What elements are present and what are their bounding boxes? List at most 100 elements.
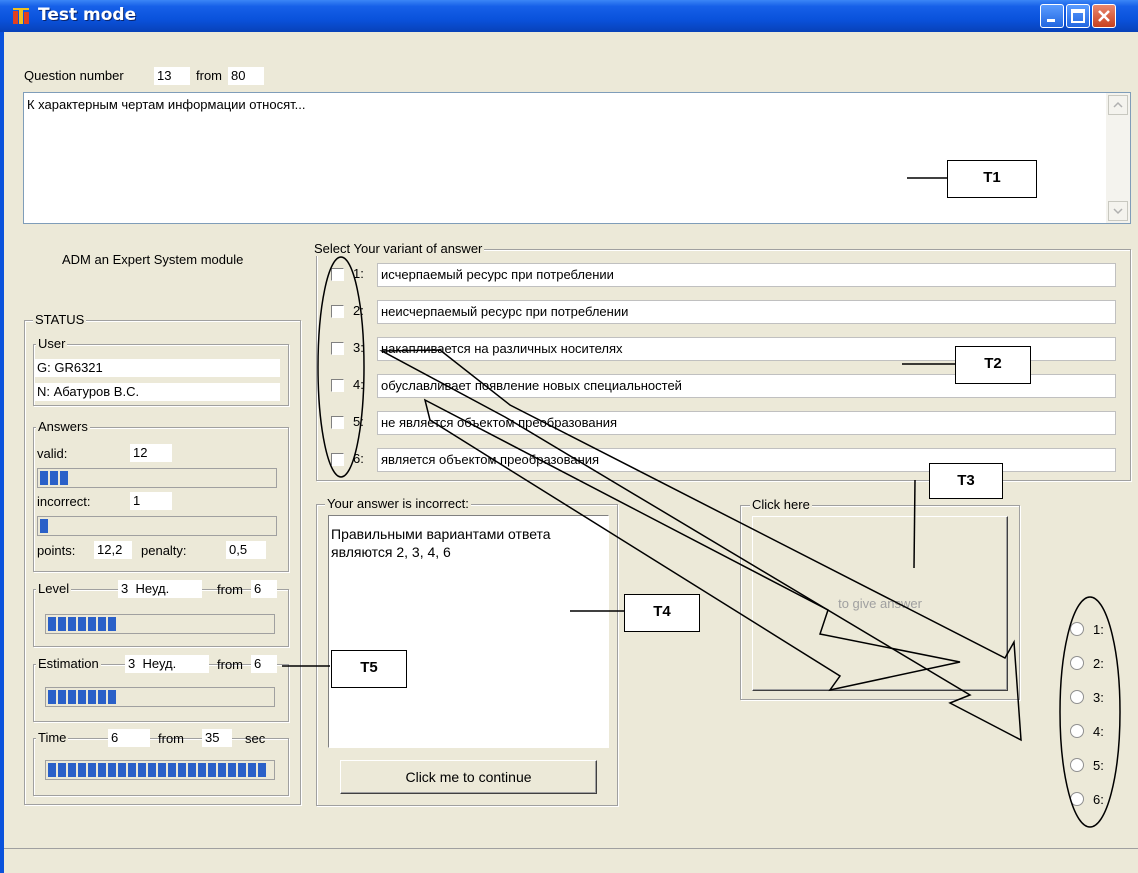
scroll-down-button[interactable] — [1108, 201, 1128, 221]
estimation-from-label: from — [217, 657, 243, 672]
window-title: Test mode — [38, 5, 137, 25]
question-textarea[interactable]: К характерным чертам информации относят.… — [23, 92, 1131, 224]
answer-radio-3[interactable] — [1070, 690, 1084, 704]
variant-checkbox-6[interactable] — [331, 453, 344, 466]
variant-checkbox-2[interactable] — [331, 305, 344, 318]
level-progress-fill — [48, 617, 116, 631]
title-bar[interactable]: Test mode — [0, 0, 1138, 32]
callout-t4: T4 — [624, 594, 700, 632]
user-title: User — [36, 336, 68, 351]
callout-t1: T1 — [947, 160, 1037, 198]
result-title: Your answer is incorrect: — [325, 496, 471, 511]
level-number: 3 — [121, 581, 129, 596]
valid-progress-fill — [40, 471, 68, 485]
penalty-value: 0,5 — [226, 541, 266, 559]
incorrect-value: 1 — [130, 492, 172, 510]
variant-text-6: является объектом преобразования — [377, 448, 1116, 472]
variant-num-3: 3: — [353, 340, 364, 355]
scroll-up-button[interactable] — [1108, 95, 1128, 115]
time-progress-fill — [48, 763, 266, 777]
maximize-icon — [1071, 9, 1085, 23]
variant-num-4: 4: — [353, 377, 364, 392]
estimation-grade: Неуд. — [142, 656, 177, 671]
penalty-label: penalty: — [141, 543, 187, 558]
give-answer-button[interactable]: to give answer — [752, 516, 1008, 691]
answers-title: Answers — [36, 419, 90, 434]
test-mode-window: Test mode Question number 13 from 80 К х… — [0, 0, 1138, 873]
question-text: К характерным чертам информации относят.… — [27, 97, 306, 112]
result-line-1: Правильными вариантами ответа — [331, 526, 551, 542]
variant-num-6: 6: — [353, 451, 364, 466]
question-number-label: Question number — [24, 68, 124, 83]
level-max: 6 — [251, 580, 277, 598]
estimation-title: Estimation — [36, 656, 101, 671]
give-answer-title: Click here — [750, 497, 812, 512]
chevron-down-icon — [1113, 208, 1123, 215]
variant-text-5: не является объектом преобразования — [377, 411, 1116, 435]
answer-radio-label-5: 5: — [1093, 758, 1104, 773]
variant-checkbox-4[interactable] — [331, 379, 344, 392]
answer-radio-label-4: 4: — [1093, 724, 1104, 739]
callout-t5: T5 — [331, 650, 407, 688]
minimize-button[interactable] — [1040, 4, 1064, 28]
question-scrollbar[interactable] — [1106, 93, 1130, 223]
result-line-2: являются 2, 3, 4, 6 — [331, 544, 451, 560]
result-textarea: Правильными вариантами ответа являются 2… — [328, 515, 609, 748]
answer-radio-2[interactable] — [1070, 656, 1084, 670]
minimize-icon — [1047, 19, 1055, 22]
variant-num-2: 2: — [353, 303, 364, 318]
time-max: 35 — [202, 729, 232, 747]
level-grade: Неуд. — [135, 581, 170, 596]
answer-radio-4[interactable] — [1070, 724, 1084, 738]
level-title: Level — [36, 581, 72, 596]
maximize-button[interactable] — [1066, 4, 1090, 28]
points-label: points: — [37, 543, 76, 558]
valid-progress-bar — [37, 468, 277, 488]
answer-radio-label-6: 6: — [1093, 792, 1104, 807]
valid-value: 12 — [130, 444, 172, 462]
answer-radio-label-1: 1: — [1093, 622, 1104, 637]
incorrect-progress-bar — [37, 516, 277, 536]
variant-checkbox-5[interactable] — [331, 416, 344, 429]
points-value: 12,2 — [94, 541, 132, 559]
variant-num-5: 5: — [353, 414, 364, 429]
answer-radio-1[interactable] — [1070, 622, 1084, 636]
time-value: 6 — [108, 729, 150, 747]
question-from-label: from — [196, 68, 222, 83]
answer-radio-6[interactable] — [1070, 792, 1084, 806]
variant-text-1: исчерпаемый ресурс при потреблении — [377, 263, 1116, 287]
incorrect-label: incorrect: — [37, 494, 91, 509]
app-icon — [13, 8, 29, 24]
estimation-max: 6 — [251, 655, 277, 673]
radio-ellipse — [1059, 596, 1121, 828]
estimation-value: 3 Неуд. — [125, 655, 209, 673]
variant-checkbox-1[interactable] — [331, 268, 344, 281]
close-button[interactable] — [1092, 4, 1116, 28]
variant-num-1: 1: — [353, 266, 364, 281]
status-title: STATUS — [33, 312, 87, 327]
incorrect-progress-fill — [40, 519, 48, 533]
close-icon — [1098, 10, 1110, 22]
callout-t2: T2 — [955, 346, 1031, 384]
answer-radio-5[interactable] — [1070, 758, 1084, 772]
window-left-border — [0, 32, 4, 873]
variant-text-2: неисчерпаемый ресурс при потреблении — [377, 300, 1116, 324]
time-from-label: from — [158, 731, 184, 746]
level-value: 3 Неуд. — [118, 580, 202, 598]
callout-t3: T3 — [929, 463, 1003, 499]
time-title: Time — [36, 730, 69, 745]
time-unit: sec — [245, 731, 266, 746]
variant-checkbox-3[interactable] — [331, 342, 344, 355]
user-group-field: G: GR6321 — [34, 359, 280, 377]
continue-button[interactable]: Click me to continue — [340, 760, 597, 794]
status-bar — [4, 848, 1138, 873]
time-progress-bar — [45, 760, 275, 780]
module-title: ADM an Expert System module — [62, 252, 244, 267]
chevron-up-icon — [1113, 101, 1123, 108]
valid-label: valid: — [37, 446, 68, 461]
estimation-progress-fill — [48, 690, 116, 704]
variants-title: Select Your variant of answer — [312, 241, 485, 256]
answer-radio-label-2: 2: — [1093, 656, 1104, 671]
level-progress-bar — [45, 614, 275, 634]
estimation-progress-bar — [45, 687, 275, 707]
